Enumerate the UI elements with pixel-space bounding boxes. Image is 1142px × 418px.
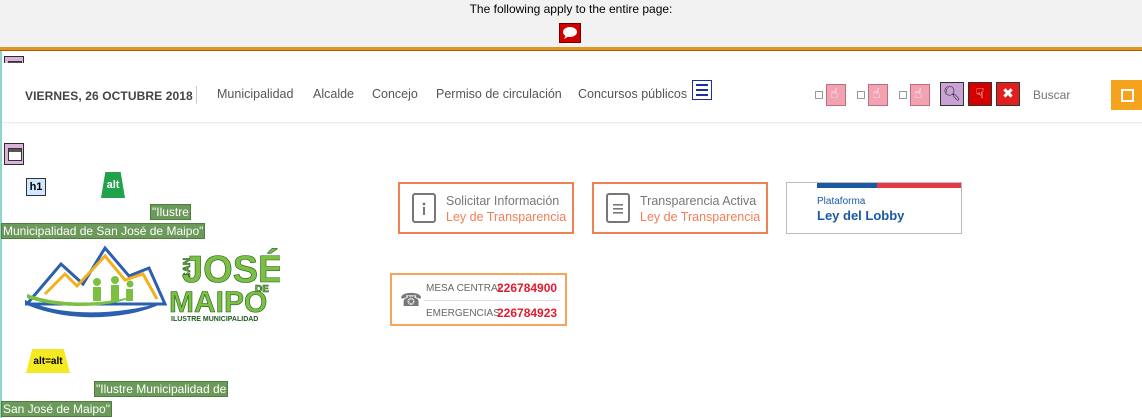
alt-text-line: San José de Maipo" xyxy=(1,401,112,417)
h1-marker: h1 xyxy=(26,178,46,196)
plugin-blocked-icon[interactable]: ✖ xyxy=(996,82,1020,106)
pointer-hand-icon[interactable] xyxy=(826,84,846,106)
phone-label: EMERGENCIAS xyxy=(426,308,500,319)
nav-link-permiso-de-circulacion[interactable]: Permiso de circulación xyxy=(436,87,562,101)
magnifier-icon[interactable]: 🔍︎ xyxy=(940,82,964,106)
search-input[interactable] xyxy=(1025,80,1111,110)
info-document-icon xyxy=(412,193,436,223)
phone-divider xyxy=(424,300,560,301)
top-rule xyxy=(0,47,1142,51)
search-button[interactable] xyxy=(1111,80,1142,110)
nav-link-municipalidad[interactable]: Municipalidad xyxy=(217,87,293,101)
flag-stripe-red xyxy=(877,183,961,188)
ley-del-lobby-card[interactable]: Plataforma Ley del Lobby xyxy=(786,182,962,234)
speech-bubble-icon[interactable] xyxy=(559,23,581,43)
nav-link-alcalde[interactable]: Alcalde xyxy=(313,87,354,101)
checkbox-2[interactable] xyxy=(857,91,865,99)
pointer-hand-icon[interactable] xyxy=(910,84,930,106)
alt-text-line: Municipalidad de San José de Maipo" xyxy=(1,223,206,239)
phone-label: MESA CENTRAL xyxy=(426,283,504,294)
accessibility-notice-bar: The following apply to the entire page: xyxy=(0,0,1142,48)
phone-icon: ☎ xyxy=(400,290,423,311)
current-date: VIERNES, 26 OCTUBRE 2018 xyxy=(25,89,193,103)
transparencia-activa-card[interactable]: Transparencia Activa Ley de Transparenci… xyxy=(592,182,768,234)
phone-numbers-box: ☎ MESA CENTRAL 226784900 EMERGENCIAS 226… xyxy=(390,273,567,326)
solicitar-informacion-card[interactable]: Solicitar Información Ley de Transparenc… xyxy=(398,182,574,234)
frame-marker-icon xyxy=(4,143,24,165)
card-subtitle: Ley de Transparencia xyxy=(640,210,761,224)
pointer-hand-icon[interactable] xyxy=(868,84,888,106)
list-icon[interactable] xyxy=(692,80,712,100)
lobby-label: Plataforma xyxy=(817,196,866,207)
logo-text-ilustre: ILUSTRE MUNICIPALIDAD xyxy=(171,316,258,323)
municipality-logo[interactable]: SAN JOSÉ DE MAIPO ILUSTRE MUNICIPALIDAD xyxy=(23,244,284,324)
alt-text-line: "Ilustre Municipalidad de xyxy=(94,381,229,397)
notice-text: The following apply to the entire page: xyxy=(469,2,673,16)
checkbox-1[interactable] xyxy=(815,91,823,99)
alt-marker: alt xyxy=(101,172,125,198)
document-lines-icon xyxy=(606,193,630,223)
form-warning-icon[interactable]: ☟ xyxy=(968,82,992,106)
flag-stripe-blue xyxy=(817,183,877,188)
nav-link-concursos-publicos[interactable]: Concursos públicos xyxy=(578,87,687,101)
alt-equals-alt-marker: alt=alt xyxy=(26,349,70,373)
card-subtitle: Ley de Transparencia xyxy=(446,210,567,224)
card-title: Transparencia Activa xyxy=(640,194,757,208)
checkbox-3[interactable] xyxy=(899,91,907,99)
card-title: Solicitar Información xyxy=(446,194,560,208)
alt-text-line: "Ilustre xyxy=(150,204,191,220)
phone-number[interactable]: 226784923 xyxy=(497,306,557,320)
header-divider xyxy=(196,86,197,104)
lobby-title: Ley del Lobby xyxy=(817,208,905,223)
logo-text-maipo: MAIPO xyxy=(169,286,267,319)
phone-number[interactable]: 226784900 xyxy=(497,281,557,295)
nav-link-concejo[interactable]: Concejo xyxy=(372,87,418,101)
